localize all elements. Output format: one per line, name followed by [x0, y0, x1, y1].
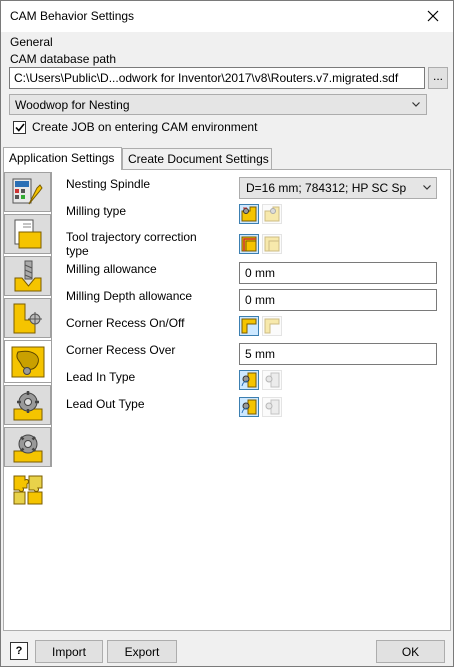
climb-milling-icon	[241, 206, 257, 222]
lead-in-arc-button[interactable]	[239, 370, 259, 390]
checkmark-icon	[14, 123, 25, 132]
db-path-field[interactable]: C:\Users\Public\D...odwork for Inventor\…	[9, 67, 425, 89]
general-group-label: General	[10, 35, 53, 49]
nesting-spindle-select[interactable]: D=16 mm; 784312; HP SC Sp	[239, 177, 437, 199]
document-icon	[14, 219, 41, 249]
lead-in-arc-icon	[241, 372, 257, 388]
trajectory-outside-button[interactable]	[239, 234, 259, 254]
corner-recess-on-icon	[241, 318, 257, 334]
tab-application-settings[interactable]: Application Settings	[3, 147, 122, 170]
milling-type-climb-button[interactable]	[239, 204, 259, 224]
milling-depth-allowance-label: Milling Depth allowance	[66, 289, 193, 303]
milling-type-conventional-button[interactable]	[262, 204, 282, 224]
trajectory-inside-button[interactable]	[262, 234, 282, 254]
milling-allowance-input[interactable]: 0 mm	[239, 262, 437, 284]
milling-type-label: Milling type	[66, 204, 127, 218]
window-title: CAM Behavior Settings	[10, 9, 135, 23]
sidebar-item-puzzle[interactable]	[4, 469, 51, 509]
create-job-checkbox[interactable]	[13, 120, 26, 134]
db-path-label: CAM database path	[10, 52, 117, 66]
title-bar: CAM Behavior Settings	[1, 1, 453, 32]
import-button[interactable]: Import	[35, 640, 103, 663]
close-button[interactable]	[419, 3, 447, 29]
corner-recess-off-button[interactable]	[262, 316, 282, 336]
cam-behavior-settings-dialog: CAM Behavior Settings General CAM databa…	[0, 0, 454, 667]
corner-recess-on-button[interactable]	[239, 316, 259, 336]
drill-tool-icon	[14, 260, 41, 292]
lead-out-arc-icon	[241, 399, 257, 415]
machine-settings-icon	[12, 178, 43, 205]
nesting-spindle-value: D=16 mm; 784312; HP SC Sp	[246, 181, 407, 195]
sidebar-item-machine[interactable]	[4, 172, 51, 212]
sidebar-item-drill[interactable]	[4, 256, 51, 296]
browse-button[interactable]: ...	[428, 67, 448, 89]
lead-out-arc-button[interactable]	[239, 397, 259, 417]
tab-create-document-settings[interactable]: Create Document Settings	[122, 148, 272, 169]
lead-out-type-label: Lead Out Type	[66, 397, 145, 411]
milling-depth-allowance-input[interactable]: 0 mm	[239, 289, 437, 311]
help-button[interactable]: ?	[10, 642, 28, 660]
ok-button[interactable]: OK	[376, 640, 445, 663]
lead-in-line-button[interactable]	[262, 370, 282, 390]
conventional-milling-icon	[264, 206, 280, 222]
lead-in-type-label: Lead In Type	[66, 370, 136, 384]
machine-select-value: Woodwop for Nesting	[15, 98, 130, 112]
sidebar-item-nesting[interactable]	[4, 340, 51, 383]
milling-allowance-label: Milling allowance	[66, 262, 157, 276]
chevron-down-icon	[423, 185, 431, 190]
tool-trajectory-label-cont: type	[66, 244, 89, 258]
gear-settings-icon	[13, 391, 42, 421]
lead-in-line-icon	[265, 372, 280, 388]
close-icon	[427, 10, 439, 22]
sidebar-divider	[51, 172, 52, 467]
corner-recess-over-input[interactable]: 5 mm	[239, 343, 437, 365]
chevron-down-icon	[412, 102, 420, 107]
lead-out-line-button[interactable]	[262, 397, 282, 417]
contour-milling-icon	[13, 303, 42, 334]
tool-trajectory-label: Tool trajectory correction	[66, 230, 197, 244]
corner-recess-label: Corner Recess On/Off	[66, 316, 185, 330]
sidebar-item-document[interactable]	[4, 214, 51, 254]
corner-recess-off-icon	[264, 318, 280, 334]
create-job-row: Create JOB on entering CAM environment	[13, 120, 257, 134]
puzzle-icon	[13, 475, 42, 505]
nesting-spindle-label: Nesting Spindle	[66, 177, 151, 191]
outside-correction-icon	[241, 236, 257, 252]
inside-correction-icon	[264, 236, 280, 252]
export-button[interactable]: Export	[107, 640, 177, 663]
corner-recess-over-label: Corner Recess Over	[66, 343, 176, 357]
sidebar-item-gear-alt[interactable]	[4, 427, 51, 467]
create-job-label: Create JOB on entering CAM environment	[32, 120, 258, 134]
sidebar-item-contour[interactable]	[4, 298, 51, 338]
nesting-shape-icon	[11, 346, 45, 377]
gear-settings-alt-icon	[13, 434, 42, 463]
machine-select[interactable]: Woodwop for Nesting	[9, 94, 427, 115]
sidebar-item-gear[interactable]	[4, 385, 51, 425]
lead-out-line-icon	[265, 399, 280, 415]
